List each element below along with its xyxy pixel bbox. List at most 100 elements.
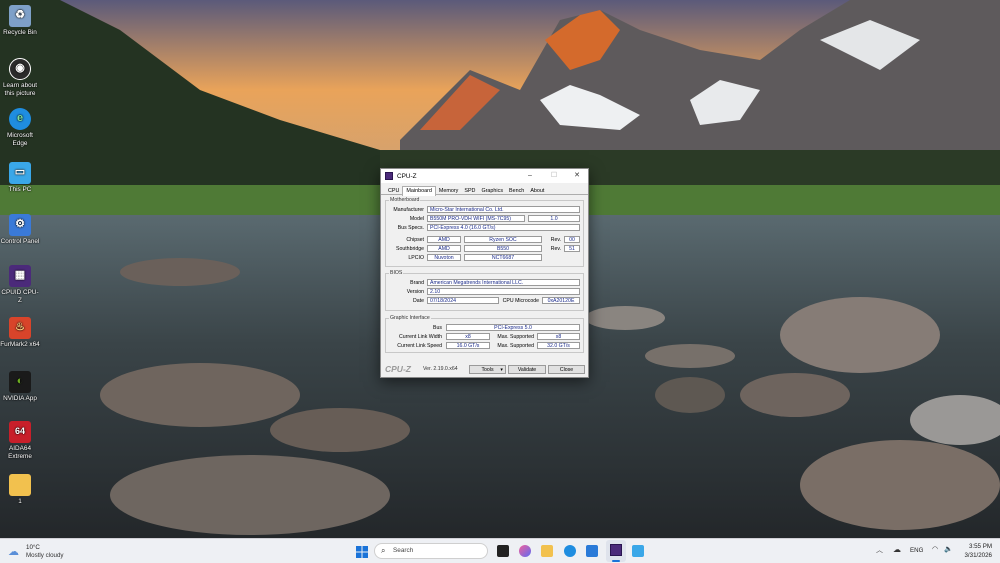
cpuz-icon: ▦ xyxy=(9,265,31,287)
link-width-value: x8 xyxy=(446,333,490,340)
chipset-rev-value: 00 xyxy=(564,236,580,243)
link-speed-value: 16.0 GT/s xyxy=(446,342,490,349)
bus-specs-value: PCI-Express 4.0 (16.0 GT/s) xyxy=(427,224,580,231)
search-input[interactable]: ⌕ Search xyxy=(374,543,488,559)
tab-cpu[interactable]: CPU xyxy=(385,187,402,196)
desktop-icon-cpuz[interactable]: ▦ CPUID CPU-Z xyxy=(0,265,40,304)
network-app-icon[interactable] xyxy=(632,545,644,557)
model-label: Model xyxy=(409,216,424,222)
search-icon: ⌕ xyxy=(381,546,386,555)
southbridge-label: Southbridge xyxy=(396,246,424,252)
desktop-icon-this-pc[interactable]: ▭ This PC xyxy=(0,162,40,194)
graphic-bus-label: Bus xyxy=(433,325,442,331)
desktop-icon-folder[interactable]: 1 xyxy=(0,474,40,506)
start-button[interactable] xyxy=(356,545,368,558)
link-speed-label: Current Link Speed xyxy=(397,343,442,349)
cpuz-taskbar-button[interactable] xyxy=(606,540,626,562)
minimize-button[interactable]: – xyxy=(518,169,542,183)
southbridge-vendor-value: AMD xyxy=(427,245,461,252)
desktop: ♻ Recycle Bin ◉ Learn about this picture… xyxy=(0,0,1000,563)
cpu-microcode-label: CPU Microcode xyxy=(502,298,539,304)
bios-version-value: 2.10 xyxy=(427,288,580,295)
close-window-button[interactable]: ✕ xyxy=(565,169,589,183)
link-width-label: Current Link Width xyxy=(399,334,442,340)
bios-date-value: 07/18/2024 xyxy=(427,297,499,304)
tools-button[interactable]: Tools ▾ xyxy=(469,365,506,374)
desktop-icon-label: Recycle Bin xyxy=(3,29,37,36)
cloud-icon: ☁ xyxy=(8,546,19,558)
store-icon[interactable] xyxy=(586,545,598,557)
clock-time[interactable]: 3:55 PM xyxy=(958,543,992,550)
model-rev-value: 1.0 xyxy=(528,215,580,222)
cpuz-titlebar[interactable]: CPU-Z – ☐ ✕ xyxy=(381,169,588,183)
tools-button-label: Tools xyxy=(481,367,494,373)
wifi-icon[interactable]: ◠ xyxy=(932,545,938,553)
cloud-sync-icon[interactable]: ☁ xyxy=(893,545,901,554)
close-button[interactable]: Close xyxy=(548,365,585,374)
edge-taskbar-icon[interactable] xyxy=(564,545,576,557)
cpuz-bottom-bar: CPU-Z Ver. 2.19.0.x64 Tools ▾ Validate C… xyxy=(381,364,588,377)
manufacturer-label: Manufacturer xyxy=(393,207,424,213)
chevron-down-icon: ▾ xyxy=(500,367,503,373)
lpcio-name-value: NCT6687 xyxy=(464,254,542,261)
camera-icon: ◉ xyxy=(9,58,31,80)
manufacturer-value: Micro-Star International Co. Ltd. xyxy=(427,206,580,213)
southbridge-rev-value: 51 xyxy=(564,245,580,252)
tab-bench[interactable]: Bench xyxy=(506,187,527,196)
model-value: B550M PRO-VDH WIFI (MS-7C95) xyxy=(427,215,525,222)
tab-spd[interactable]: SPD xyxy=(461,187,478,196)
task-view-icon[interactable] xyxy=(497,545,509,557)
desktop-icon-nvidia[interactable]: ◐ NVIDIA App xyxy=(0,371,40,403)
max-width-label: Max. Supported xyxy=(497,334,534,340)
desktop-icon-label: CPUID CPU-Z xyxy=(1,289,39,304)
desktop-icon-edge[interactable]: e Microsoft Edge xyxy=(0,108,40,147)
cpuz-app-icon xyxy=(385,172,393,180)
desktop-icon-aida64[interactable]: 64 AIDA64 Extreme xyxy=(0,421,40,460)
max-speed-label: Max. Supported xyxy=(497,343,534,349)
language-indicator[interactable]: ENG xyxy=(910,547,923,554)
cpuz-brand-logo: CPU-Z xyxy=(385,364,411,374)
max-width-value: x8 xyxy=(537,333,580,340)
lpcio-vendor-value: Nuvoton xyxy=(427,254,461,261)
tab-graphics[interactable]: Graphics xyxy=(478,187,506,196)
tab-about[interactable]: About xyxy=(527,187,547,196)
weather-temp[interactable]: 10°C xyxy=(26,544,40,551)
monitor-icon: ▭ xyxy=(9,162,31,184)
desktop-icon-label: This PC xyxy=(8,186,32,193)
edge-icon: e xyxy=(9,108,31,130)
validate-button[interactable]: Validate xyxy=(508,365,546,374)
desktop-icon-recycle-bin[interactable]: ♻ Recycle Bin xyxy=(0,5,40,37)
desktop-icon-label: Learn about this picture xyxy=(2,82,38,97)
clock-date[interactable]: 3/31/2026 xyxy=(958,552,992,559)
chevron-up-icon[interactable]: ︿ xyxy=(876,545,883,555)
volume-icon[interactable]: 🔈 xyxy=(944,545,953,553)
weather-desc[interactable]: Mostly cloudy xyxy=(26,552,63,559)
desktop-icon-label: Control Panel xyxy=(0,238,40,245)
desktop-icon-label: NVIDIA App xyxy=(3,395,37,402)
tab-memory[interactable]: Memory xyxy=(436,187,461,196)
cpuz-window: CPU-Z – ☐ ✕ CPU Mainboard Memory SPD Gra… xyxy=(380,168,589,378)
lpcio-label: LPCIO xyxy=(408,255,424,261)
copilot-icon[interactable] xyxy=(519,545,531,557)
maximize-button[interactable]: ☐ xyxy=(542,169,566,183)
chipset-name-value: Ryzen SOC xyxy=(464,236,542,243)
bios-brand-value: American Megatrends International LLC. xyxy=(427,279,580,286)
desktop-icon-learn-picture[interactable]: ◉ Learn about this picture xyxy=(0,58,40,97)
bus-specs-label: Bus Specs. xyxy=(397,225,424,231)
desktop-icon-label: 1 xyxy=(18,498,22,505)
desktop-icon-furmark[interactable]: ♨ FurMark2 x64 xyxy=(0,317,40,349)
tab-bar: CPU Mainboard Memory SPD Graphics Bench … xyxy=(381,183,588,196)
chipset-rev-label: Rev. xyxy=(550,237,561,243)
bios-group: BIOS Brand American Megatrends Internati… xyxy=(385,270,584,311)
southbridge-name-value: B550 xyxy=(464,245,542,252)
folder-icon xyxy=(9,474,31,496)
control-panel-icon: ⚙ xyxy=(9,214,31,236)
max-speed-value: 32.0 GT/s xyxy=(537,342,580,349)
bios-version-label: Version xyxy=(406,289,424,295)
file-explorer-icon[interactable] xyxy=(541,545,553,557)
desktop-icon-control-panel[interactable]: ⚙ Control Panel xyxy=(0,214,40,246)
motherboard-group: Motherboard Manufacturer Micro-Star Inte… xyxy=(385,197,584,267)
bios-brand-label: Brand xyxy=(410,280,424,286)
chipset-vendor-value: AMD xyxy=(427,236,461,243)
tab-mainboard[interactable]: Mainboard xyxy=(402,186,436,196)
